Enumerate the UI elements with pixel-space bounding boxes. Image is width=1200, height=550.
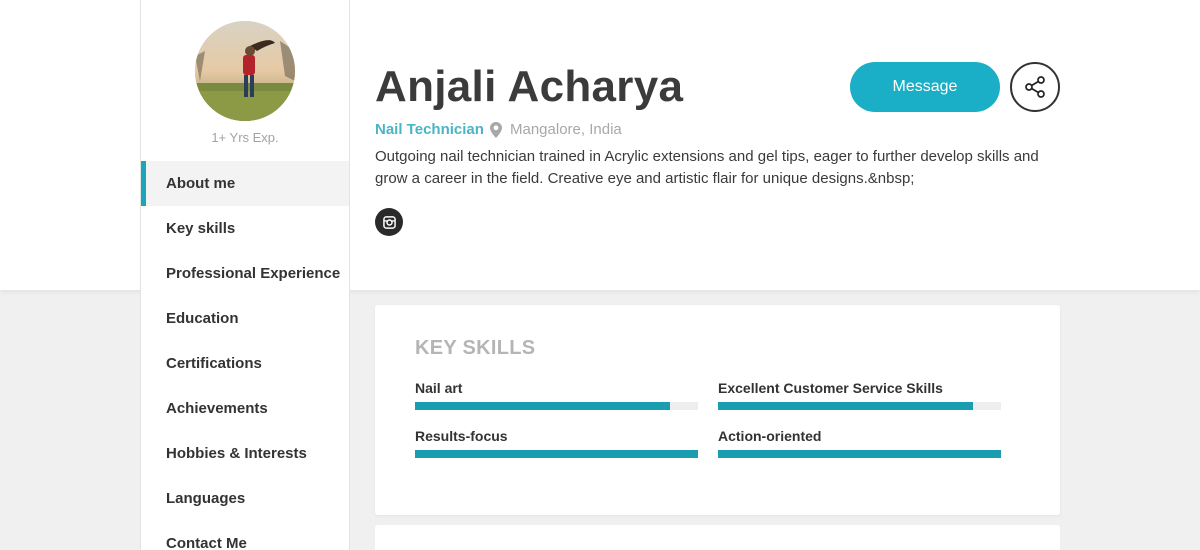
skill-item: Excellent Customer Service Skills <box>718 380 1001 410</box>
key-skills-card: KEY SKILLS Nail art Excellent Customer S… <box>375 305 1060 515</box>
sidebar-item-achievements[interactable]: Achievements <box>141 386 349 431</box>
sidebar-item-label: Education <box>166 310 239 327</box>
experience-label: 1+ Yrs Exp. <box>211 130 279 145</box>
skill-bar <box>718 450 1001 458</box>
sidebar-nav: About me Key skills Professional Experie… <box>141 161 349 550</box>
instagram-icon <box>382 215 396 229</box>
profile-page: 1+ Yrs Exp. About me Key skills Professi… <box>0 0 1200 550</box>
skill-item: Results-focus <box>415 428 698 458</box>
skill-bar-fill <box>415 402 670 410</box>
skill-bar <box>718 402 1001 410</box>
profile-location: Mangalore, India <box>490 121 622 138</box>
sidebar-item-certifications[interactable]: Certifications <box>141 341 349 386</box>
skill-name: Nail art <box>415 380 463 396</box>
skill-bar <box>415 450 698 458</box>
profile-bio: Outgoing nail technician trained in Acry… <box>375 148 1039 187</box>
key-skills-title: KEY SKILLS <box>415 337 536 359</box>
skill-item: Action-oriented <box>718 428 1001 458</box>
sidebar-item-label: Hobbies & Interests <box>166 445 307 462</box>
sidebar-item-languages[interactable]: Languages <box>141 476 349 521</box>
skill-name: Results-focus <box>415 428 508 444</box>
skill-name: Action-oriented <box>718 428 822 444</box>
sidebar-item-label: Professional Experience <box>166 265 341 282</box>
sidebar-item-label: About me <box>166 175 236 192</box>
skill-bar <box>415 402 698 410</box>
avatar-photo <box>195 21 295 121</box>
profile-name: Anjali Acharya <box>375 62 684 111</box>
sidebar-item-label: Key skills <box>166 220 236 237</box>
skill-name: Excellent Customer Service Skills <box>718 380 943 396</box>
sidebar-item-label: Achievements <box>166 400 268 417</box>
sidebar-item-label: Contact Me <box>166 535 247 550</box>
sidebar-item-about-me[interactable]: About me <box>141 161 349 206</box>
message-button[interactable]: Message <box>850 62 1000 112</box>
next-section-card <box>375 525 1060 550</box>
skill-bar-fill <box>718 402 973 410</box>
location-text: Mangalore, India <box>510 121 622 138</box>
sidebar-item-education[interactable]: Education <box>141 296 349 341</box>
share-icon <box>1025 76 1045 98</box>
avatar <box>195 21 295 121</box>
sidebar-item-key-skills[interactable]: Key skills <box>141 206 349 251</box>
sidebar-item-professional-experience[interactable]: Professional Experience <box>141 251 349 296</box>
sidebar: 1+ Yrs Exp. About me Key skills Professi… <box>140 0 350 550</box>
sidebar-item-contact-me[interactable]: Contact Me <box>141 521 349 550</box>
skill-item: Nail art <box>415 380 698 410</box>
sidebar-item-hobbies-interests[interactable]: Hobbies & Interests <box>141 431 349 476</box>
share-button[interactable] <box>1010 62 1060 112</box>
instagram-link[interactable] <box>375 208 403 236</box>
sidebar-item-label: Certifications <box>166 355 262 372</box>
skill-bar-fill <box>415 450 698 458</box>
location-pin-icon <box>490 121 502 138</box>
skill-bar-fill <box>718 450 1001 458</box>
profile-role: Nail Technician <box>375 121 484 138</box>
sidebar-item-label: Languages <box>166 490 246 507</box>
